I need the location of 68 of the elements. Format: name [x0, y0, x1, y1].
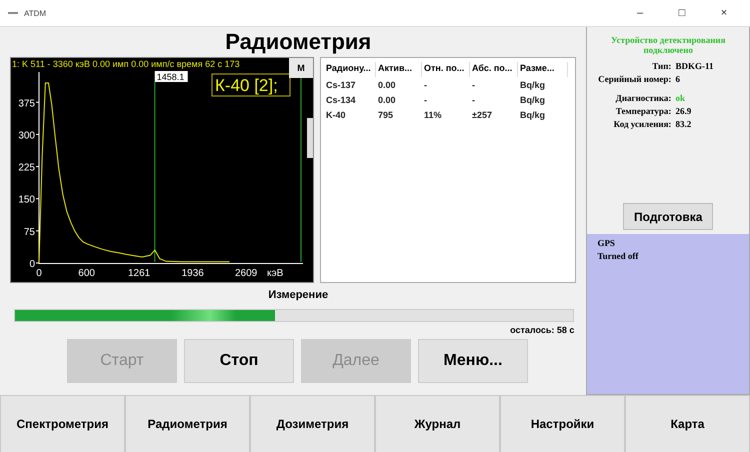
field-label: Температура:	[614, 106, 672, 118]
window-control[interactable]: □	[664, 7, 700, 19]
nav-tab[interactable]: Журнал	[375, 395, 500, 452]
prepare-button[interactable]: Подготовка	[623, 203, 714, 230]
x-tick-label: 2609	[235, 268, 258, 279]
table-cell-text: Bq/kg	[519, 94, 546, 107]
time-remaining: осталось: 58 с	[510, 325, 574, 335]
field-label: Тип:	[651, 61, 672, 73]
action-button[interactable]: Стоп	[184, 339, 294, 383]
table-cell-text: -	[471, 94, 476, 107]
ref-line-label: 1458.1	[156, 72, 184, 82]
column-header[interactable]: Актив...	[376, 62, 422, 77]
table-cell-text: Cs-134	[325, 94, 357, 107]
mode-button[interactable]: M	[289, 58, 313, 78]
table-cell-text: Cs-137	[325, 79, 357, 92]
table-cell-text: Bq/kg	[519, 109, 546, 122]
column-header[interactable]: Отн. по...	[422, 62, 470, 77]
page-heading: Радиометрия	[225, 28, 372, 56]
nav-tab[interactable]: Дозиметрия	[250, 395, 375, 452]
column-header[interactable]: Абс. по...	[470, 62, 518, 77]
table-cell-text: 11%	[423, 109, 443, 122]
table-cell-text: Bq/kg	[519, 79, 546, 92]
field-value: 83.2	[675, 119, 692, 131]
window-control[interactable]: –	[622, 7, 658, 19]
marker-line[interactable]	[154, 82, 156, 262]
table-cell-text: 0.00	[377, 79, 397, 92]
field-value: 6	[675, 74, 681, 86]
table-cell-text: -	[471, 79, 476, 92]
x-tick-label: 600	[78, 268, 95, 279]
marker-label: 1458.1	[154, 71, 188, 82]
window-title: ATDM	[24, 8, 48, 18]
table-cell-text: K-40	[325, 109, 347, 122]
chart-header: 1: K 511 - 3360 кэВ 0.00 имп 0.00 имп/с время 62 с 173	[12, 59, 240, 69]
gps-title: GPS	[597, 238, 616, 248]
table-cell-text: ±257	[471, 109, 493, 122]
device-status: Устройство детектирования подключено	[610, 34, 726, 57]
field-label: Код усиления:	[612, 119, 672, 131]
field-value: ok	[675, 93, 686, 105]
column-header[interactable]: Радиону...	[324, 62, 376, 77]
field-label: Серийный номер:	[597, 74, 672, 86]
window-control[interactable]: ×	[706, 7, 742, 19]
peak-label: К-40 [2];	[212, 74, 290, 96]
y-tick-label: 150	[18, 194, 35, 206]
action-button[interactable]: Меню...	[418, 339, 528, 383]
table-cell-text: 795	[377, 109, 394, 122]
column-header[interactable]: Разме...	[518, 62, 568, 77]
gps-status: Turned off	[597, 251, 640, 261]
nav-tab[interactable]: Настройки	[500, 395, 625, 452]
y-tick-label: 375	[18, 98, 35, 110]
y-tick-label: 225	[18, 162, 35, 174]
x-axis-title: кэВ	[267, 268, 284, 279]
field-label: Диагностика:	[614, 93, 672, 105]
nav-tab[interactable]: Радиометрия	[125, 395, 250, 452]
nav-tab[interactable]: Спектрометрия	[0, 395, 125, 452]
field-value: 26.9	[675, 106, 692, 118]
y-tick-label: 0	[29, 259, 35, 270]
x-tick-label: 1261	[128, 268, 150, 279]
field-value: BDKG-11	[675, 61, 714, 73]
nav-tab[interactable]: Карта	[625, 395, 750, 452]
table-cell-text: -	[423, 94, 428, 107]
y-tick-label: 75	[24, 226, 35, 238]
table-cell-text: 0.00	[377, 94, 397, 107]
section-label: Измерение	[268, 289, 328, 301]
y-tick-label: 300	[18, 130, 35, 142]
scrollbar[interactable]	[307, 118, 313, 158]
x-tick-label: 0	[36, 268, 42, 279]
table-cell-text: -	[423, 79, 428, 92]
x-tick-label: 1936	[182, 268, 204, 279]
